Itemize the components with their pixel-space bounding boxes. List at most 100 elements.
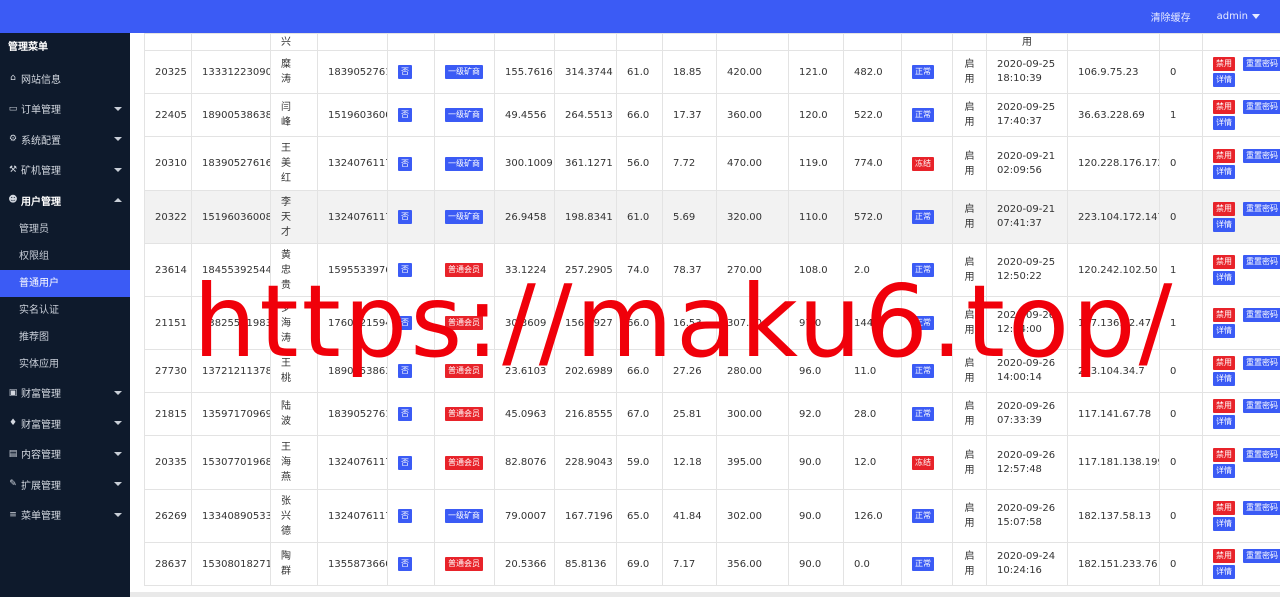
detail-button[interactable]: 详情 (1213, 415, 1235, 429)
enabled-text: 启用 (964, 449, 975, 476)
cell-phone: 13340890533 (191, 489, 271, 543)
table-row: 2033515307701968 王海燕 13240761177 否 普通会员 82.80… (144, 435, 1280, 490)
reset-password-button[interactable]: 重置密码 (1243, 356, 1280, 370)
status-badge: 冻结 (912, 156, 934, 171)
chevron-down-icon (114, 167, 122, 172)
ban-button[interactable]: 禁用 (1213, 202, 1235, 216)
cell-actions: 禁用 重置密码 详情 (1202, 93, 1280, 137)
cell-actions: 禁用 重置密码 详情 (1202, 136, 1280, 191)
detail-button[interactable]: 详情 (1213, 164, 1235, 179)
sidebar-item-orders[interactable]: ▭ 订单管理 (0, 94, 130, 125)
reset-password-button[interactable]: 重置密码 (1243, 57, 1280, 71)
sidebar: 管理菜单 ⌂ 网站信息 ▭ 订单管理 ⚙ 系统配置 ⚒ 矿机管理 ☻ 用户管理 … (0, 33, 130, 597)
submenu-permission-groups[interactable]: 权限组 (0, 243, 130, 270)
sidebar-item-content[interactable]: ▤ 内容管理 (0, 439, 130, 470)
cell-count: 0 (1159, 190, 1203, 244)
cell-name: 张兴德 (270, 489, 318, 543)
horizontal-scrollbar[interactable] (130, 592, 1280, 597)
detail-button[interactable]: 详情 (1213, 565, 1235, 579)
status-badge: 冻结 (912, 455, 934, 470)
ban-button[interactable]: 禁用 (1213, 100, 1235, 114)
list-icon: ≡ (9, 509, 17, 520)
detail-button[interactable]: 详情 (1213, 116, 1235, 130)
cell-id: 21815 (144, 392, 192, 436)
detail-button[interactable]: 详情 (1213, 324, 1235, 338)
action-line: 详情 (1213, 218, 1280, 232)
ban-button[interactable]: 禁用 (1213, 308, 1235, 322)
cell-referrer: 13240761177 (317, 190, 388, 244)
ban-button[interactable]: 禁用 (1213, 255, 1235, 269)
cell-level: 一级矿商 (434, 190, 495, 244)
cell-login-time: 2020-09-25 18:10:39 (986, 50, 1068, 94)
cell-v7: 482.0 (843, 50, 902, 94)
sidebar-item-extensions[interactable]: ✎ 扩展管理 (0, 469, 130, 500)
detail-button[interactable]: 详情 (1213, 271, 1235, 285)
reset-password-button[interactable]: 重置密码 (1243, 100, 1280, 114)
cell-actions: 禁用 重置密码 详情 (1202, 349, 1280, 393)
detail-button[interactable]: 详情 (1213, 463, 1235, 478)
login-time: 12:57:48 (997, 463, 1042, 475)
reset-password-button[interactable]: 重置密码 (1243, 501, 1280, 515)
cell-v5: 320.00 (716, 190, 789, 244)
ban-button[interactable]: 禁用 (1213, 447, 1235, 462)
table-row: 2181513597170969 陆波 18390527616 否 普通会员 45.096… (144, 392, 1280, 436)
clear-cache-link[interactable]: 清除缓存 (1151, 9, 1191, 24)
admin-menu[interactable]: admin (1217, 11, 1260, 22)
detail-button[interactable]: 详情 (1213, 218, 1235, 232)
sidebar-item-label: 财富管理 (21, 389, 61, 401)
cell-v5: 420.00 (716, 50, 789, 94)
cell-flag: 否 (387, 435, 435, 490)
login-time: 02:09:56 (997, 164, 1042, 176)
cell-v4: 5.69 (662, 190, 717, 244)
reset-password-button[interactable]: 重置密码 (1243, 148, 1280, 163)
gavel-icon: ⚒ (8, 164, 18, 175)
cell-ip: 117.181.138.199 (1067, 435, 1160, 490)
cell-level: 一级矿商 (434, 136, 495, 191)
ban-button[interactable]: 禁用 (1213, 356, 1235, 370)
sidebar-item-menus[interactable]: ≡ 菜单管理 (0, 500, 130, 531)
sidebar-item-miners[interactable]: ⚒ 矿机管理 (0, 155, 130, 186)
submenu-real-name-auth[interactable]: 实名认证 (0, 297, 130, 324)
submenu-recommend-images[interactable]: 推荐图 (0, 324, 130, 351)
cell-v4: 25.81 (662, 392, 717, 436)
detail-button[interactable]: 详情 (1213, 73, 1235, 87)
cell-enabled: 启用 (952, 190, 987, 244)
reset-password-button[interactable]: 重置密码 (1243, 202, 1280, 216)
login-date: 2020-09-25 (997, 59, 1056, 70)
submenu-admins[interactable]: 管理员 (0, 216, 130, 243)
cell-id: 20310 (144, 136, 192, 191)
sidebar-item-users[interactable]: ☻ 用户管理 (0, 185, 130, 216)
cell-v5: 302.00 (716, 489, 789, 543)
cell-referrer: 18390527616 (317, 392, 388, 436)
reset-password-button[interactable]: 重置密码 (1243, 549, 1280, 563)
ban-button[interactable]: 禁用 (1213, 549, 1235, 563)
chevron-down-icon (114, 137, 122, 141)
reset-password-button[interactable]: 重置密码 (1243, 308, 1280, 322)
ban-button[interactable]: 禁用 (1213, 57, 1235, 71)
sidebar-item-wealth-1[interactable]: ▣ 财富管理 (0, 378, 130, 409)
submenu-normal-users[interactable]: 普通用户 (0, 269, 130, 297)
flag-badge: 否 (398, 108, 412, 122)
ban-button[interactable]: 禁用 (1213, 501, 1235, 515)
detail-button[interactable]: 详情 (1213, 372, 1235, 386)
cell-v4: 17.37 (662, 93, 717, 137)
ban-button[interactable]: 禁用 (1213, 399, 1235, 413)
sidebar-item-system[interactable]: ⚙ 系统配置 (0, 124, 130, 155)
ban-button[interactable]: 禁用 (1213, 148, 1235, 163)
cell-v3: 56.0 (616, 136, 663, 191)
submenu-entity-apps[interactable]: 实体应用 (0, 351, 130, 378)
cell-v3: 66.0 (616, 93, 663, 137)
reset-password-button[interactable]: 重置密码 (1243, 399, 1280, 413)
detail-button[interactable]: 详情 (1213, 517, 1235, 531)
table-row-partial: 兴 用 (144, 33, 1280, 51)
cell-ip: 182.137.58.13 (1067, 489, 1160, 543)
sidebar-item-wealth-2[interactable]: ♦ 财富管理 (0, 408, 130, 439)
cell-actions: 禁用 重置密码 详情 (1202, 435, 1280, 490)
cell-id: 22405 (144, 93, 192, 137)
sidebar-item-site-info[interactable]: ⌂ 网站信息 (0, 63, 130, 94)
wrench-icon: ✎ (9, 479, 17, 490)
reset-password-button[interactable]: 重置密码 (1243, 255, 1280, 269)
reset-password-button[interactable]: 重置密码 (1243, 447, 1280, 462)
table-row: 2863715308018271 陶群 13558736605 否 普通会员 20.536… (144, 542, 1280, 586)
user-name: 王美红 (281, 143, 291, 184)
